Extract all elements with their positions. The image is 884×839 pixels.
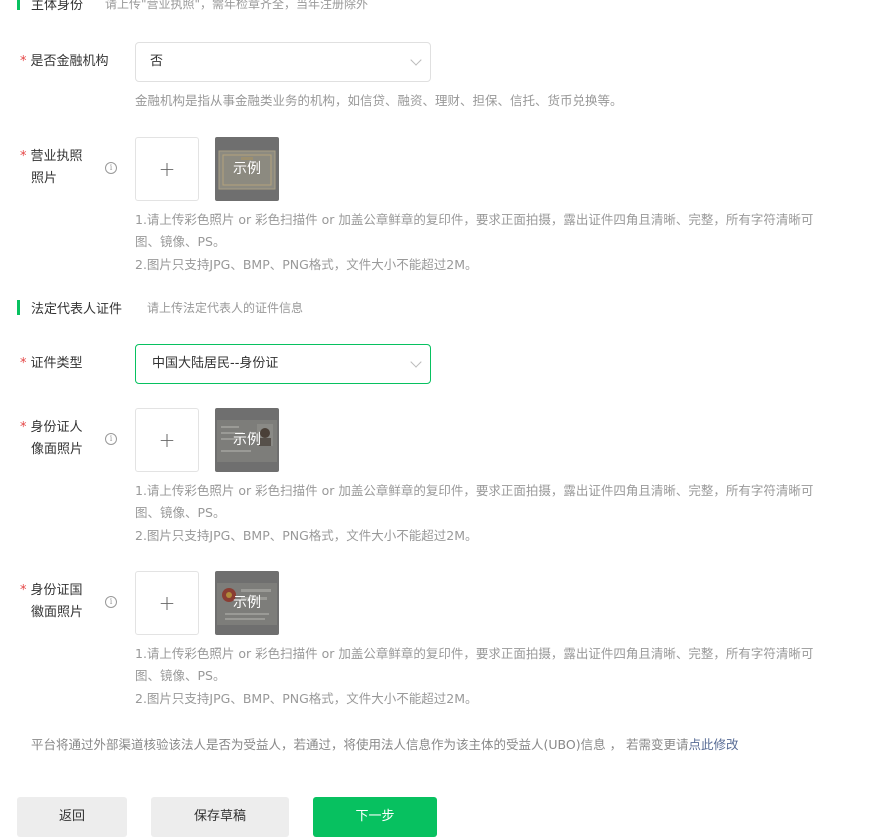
upload-hint-line3: 2.图片只支持JPG、BMP、PNG格式，文件大小不能超过2M。	[135, 528, 478, 543]
next-step-button[interactable]: 下一步	[313, 797, 437, 837]
id-back-upload-button[interactable]: +	[135, 571, 199, 635]
required-mark: *	[20, 149, 27, 164]
info-icon[interactable]: i	[105, 162, 117, 174]
id-type-value: 中国大陆居民--身份证	[152, 356, 279, 371]
financial-institution-select[interactable]: 否	[135, 42, 431, 82]
chevron-down-icon	[410, 54, 422, 66]
section-title-subject: 主体身份	[31, 0, 84, 13]
info-glyph: i	[109, 597, 113, 606]
id-front-label: * 身份证人 像面照片	[20, 417, 83, 461]
financial-institution-value: 否	[150, 54, 164, 69]
section-subtitle-legal: 请上传法定代表人的证件信息	[147, 301, 304, 315]
id-type-label-text: 证件类型	[30, 356, 83, 371]
upload-hint-line1: 1.请上传彩色照片 or 彩色扫描件 or 加盖公章鲜章的复印件，要求正面拍摄，…	[135, 646, 814, 661]
section-accent-bar	[17, 300, 20, 315]
modify-link[interactable]: 点此修改	[689, 737, 739, 752]
upload-hint-line1: 1.请上传彩色照片 or 彩色扫描件 or 加盖公章鲜章的复印件，要求正面拍摄，…	[135, 212, 814, 227]
business-license-upload-button[interactable]: +	[135, 137, 199, 201]
financial-institution-hint: 金融机构是指从事金融类业务的机构，如信贷、融资、理财、担保、信托、货币兑换等。	[135, 93, 623, 108]
plus-icon: +	[158, 428, 176, 452]
required-mark: *	[20, 420, 27, 435]
chevron-down-icon	[410, 356, 422, 368]
sample-caption: 示例	[233, 432, 261, 448]
plus-icon: +	[158, 157, 176, 181]
id-back-label: * 身份证国 徽面照片	[20, 580, 83, 624]
id-front-sample-image[interactable]: 示例	[215, 408, 279, 472]
financial-institution-label: * 是否金融机构	[20, 51, 109, 73]
id-back-label-line1: 身份证国	[30, 583, 83, 598]
id-front-label-line2: 像面照片	[31, 442, 84, 457]
upload-hint-line2: 图、镜像、PS。	[135, 505, 226, 520]
business-license-label-line2: 照片	[31, 171, 58, 186]
business-license-label-line1: 营业执照	[30, 149, 83, 164]
id-front-label-line1: 身份证人	[30, 420, 83, 435]
id-front-upload-button[interactable]: +	[135, 408, 199, 472]
id-back-label-line2: 徽面照片	[31, 605, 84, 620]
upload-hint-line2: 图、镜像、PS。	[135, 668, 226, 683]
sample-caption: 示例	[233, 161, 261, 177]
id-back-sample-image[interactable]: 示例	[215, 571, 279, 635]
upload-hint-line1: 1.请上传彩色照片 or 彩色扫描件 or 加盖公章鲜章的复印件，要求正面拍摄，…	[135, 483, 814, 498]
required-mark: *	[20, 54, 27, 69]
required-mark: *	[20, 356, 27, 371]
save-draft-button[interactable]: 保存草稿	[151, 797, 289, 837]
sample-caption: 示例	[233, 595, 261, 611]
info-icon[interactable]: i	[105, 596, 117, 608]
id-type-select[interactable]: 中国大陆居民--身份证	[135, 344, 431, 384]
info-glyph: i	[109, 163, 113, 172]
upload-hint-line3: 2.图片只支持JPG、BMP、PNG格式，文件大小不能超过2M。	[135, 257, 478, 272]
ubo-notice-text: 平台将通过外部渠道核验该法人是否为受益人，若通过，将使用法人信息作为该主体的受益…	[31, 737, 689, 752]
financial-institution-label-text: 是否金融机构	[30, 54, 109, 69]
info-glyph: i	[109, 434, 113, 443]
upload-hint-line3: 2.图片只支持JPG、BMP、PNG格式，文件大小不能超过2M。	[135, 691, 478, 706]
ubo-notice: 平台将通过外部渠道核验该法人是否为受益人，若通过，将使用法人信息作为该主体的受益…	[31, 734, 739, 756]
back-button[interactable]: 返回	[17, 797, 127, 837]
plus-icon: +	[158, 591, 176, 615]
section-title-legal: 法定代表人证件	[31, 302, 123, 317]
info-icon[interactable]: i	[105, 433, 117, 445]
business-license-sample-image[interactable]: 示例	[215, 137, 279, 201]
business-license-label: * 营业执照 照片	[20, 146, 83, 190]
required-mark: *	[20, 583, 27, 598]
id-type-label: * 证件类型	[20, 353, 83, 375]
section-accent-bar	[17, 0, 20, 10]
upload-hint-line2: 图、镜像、PS。	[135, 234, 226, 249]
section-subtitle-subject: 请上传"营业执照"，需年检章齐全，当年注册除外	[105, 0, 369, 11]
